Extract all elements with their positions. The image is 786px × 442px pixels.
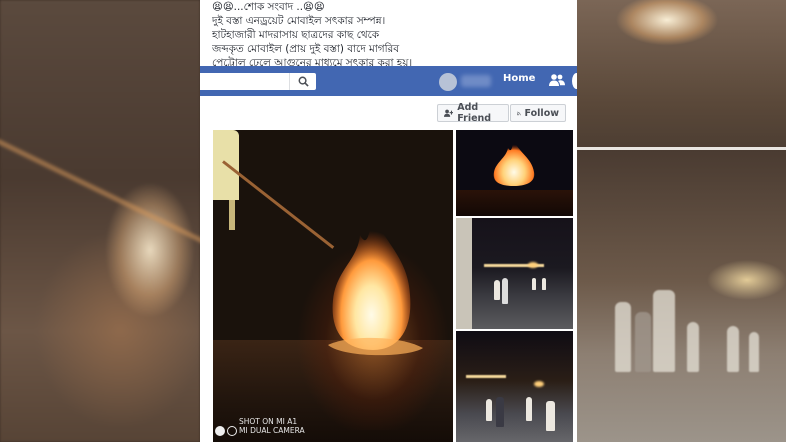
profile-name-blurred[interactable] [461, 75, 491, 87]
crowd-figure [486, 399, 492, 421]
crowd-figure [532, 278, 536, 290]
main-photo-bonfire[interactable]: SHOT ON MI A1 MI DUAL CAMERA [213, 130, 453, 442]
post-text-line: হাটহাজারী মাদরাসায় ছাত্রদের কাছ থেকে [212, 29, 380, 41]
crowd-figure [494, 280, 500, 300]
crowd-figure [635, 312, 651, 372]
thumbnail-courtyard[interactable] [456, 218, 573, 329]
crowd-figure [727, 326, 739, 372]
crowd-figure [502, 278, 508, 304]
crowd-figure [542, 278, 546, 290]
post-text-line: জব্দকৃত মোবাইল (প্রায় দুই বস্তা) বাদে ম… [212, 43, 400, 55]
follow-label: Follow [524, 107, 559, 119]
rss-icon [517, 111, 521, 115]
street-light [528, 262, 538, 268]
post-text: 😫😫...শোক সংবাদ ..😫😫 দুই বস্তা এনড্রয়েট … [212, 0, 572, 70]
crowd-figure [526, 397, 532, 421]
search-input[interactable] [200, 73, 316, 90]
person-leg [229, 200, 235, 230]
profile-avatar[interactable] [439, 73, 457, 91]
add-friend-icon [444, 109, 454, 117]
background-right-fire [577, 0, 786, 148]
background-right-crowd [577, 150, 786, 442]
crowd-figure [687, 322, 699, 372]
facebook-navbar: Home [200, 66, 577, 96]
crowd-figure [496, 397, 504, 427]
crowd-figure [653, 290, 675, 372]
facebook-post-screenshot: 😫😫...শোক সংবাদ ..😫😫 দুই বস্তা এনড্রয়েট … [200, 0, 577, 442]
friends-icon[interactable] [549, 73, 565, 91]
street-light [534, 381, 544, 387]
search-icon [298, 76, 309, 87]
background-right [577, 0, 786, 442]
add-friend-button[interactable]: Add Friend [437, 102, 509, 124]
camera-watermark-line: SHOT ON MI A1 [239, 417, 298, 426]
post-text-line: দুই বস্তা এনড্রয়েট মোবাইল সৎকার সম্পন্ন… [212, 15, 386, 27]
building-lights [466, 375, 506, 378]
add-friend-label: Add Friend [457, 102, 492, 124]
thumbnail-fire[interactable] [456, 130, 573, 216]
search-button[interactable] [289, 73, 316, 90]
crowd-figure [615, 302, 631, 372]
nav-home-link[interactable]: Home [503, 73, 535, 84]
follow-button[interactable]: Follow [510, 104, 566, 122]
thumbnail-door [456, 218, 472, 329]
camera-watermark-dots [215, 421, 239, 436]
crowd-figure [546, 401, 555, 431]
background-stick [0, 130, 215, 249]
camera-watermark-line: MI DUAL CAMERA [239, 426, 305, 435]
fire-icon [493, 140, 535, 186]
camera-watermark: SHOT ON MI A1 MI DUAL CAMERA [239, 417, 305, 435]
background-left [0, 0, 215, 442]
thumbnail-crowd[interactable] [456, 331, 573, 442]
crowd-figure [749, 332, 759, 372]
post-text-line: 😫😫...শোক সংবাদ ..😫😫 [212, 1, 325, 13]
fire-icon [328, 210, 423, 356]
messenger-icon[interactable] [572, 73, 577, 89]
thumbnail-ground [456, 190, 573, 216]
